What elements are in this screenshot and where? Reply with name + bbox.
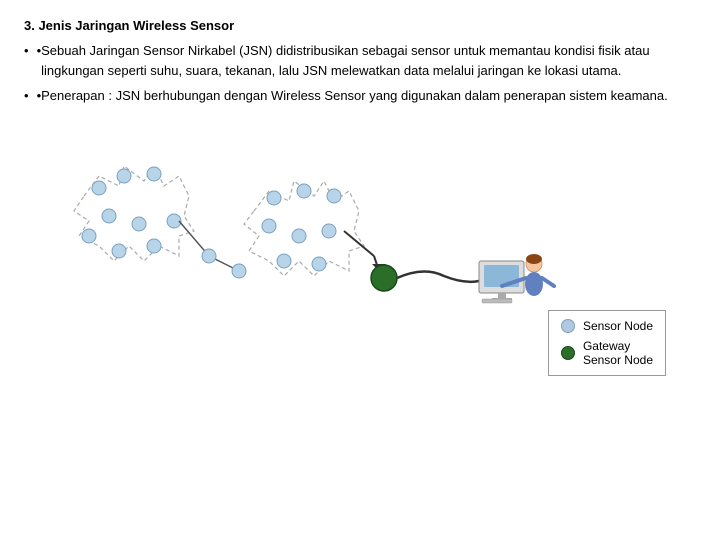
sensor-node-label: Sensor Node [583,319,653,333]
sensor-node-icon [561,319,575,333]
gateway-label: Gateway Sensor Node [583,339,653,367]
page-title: 3. Jenis Jaringan Wireless Sensor [24,18,696,33]
gateway-node-icon [561,346,575,360]
bullet-text-2: Penerapan : JSN berhubungan dengan Wirel… [41,86,668,106]
legend-sensor-node: Sensor Node [561,319,653,333]
bullet-text-1: Sebuah Jaringan Sensor Nirkabel (JSN) di… [41,41,696,80]
list-item-2: • Penerapan : JSN berhubungan dengan Wir… [24,86,696,106]
legend-box: Sensor Node Gateway Sensor Node [548,310,666,376]
network-diagram [24,116,584,386]
legend-gateway-node: Gateway Sensor Node [561,339,653,367]
bullet-list: • Sebuah Jaringan Sensor Nirkabel (JSN) … [24,41,696,106]
page-content: 3. Jenis Jaringan Wireless Sensor • Sebu… [0,0,720,414]
list-item-1: • Sebuah Jaringan Sensor Nirkabel (JSN) … [24,41,696,80]
diagram-area: Sensor Node Gateway Sensor Node [24,116,696,396]
